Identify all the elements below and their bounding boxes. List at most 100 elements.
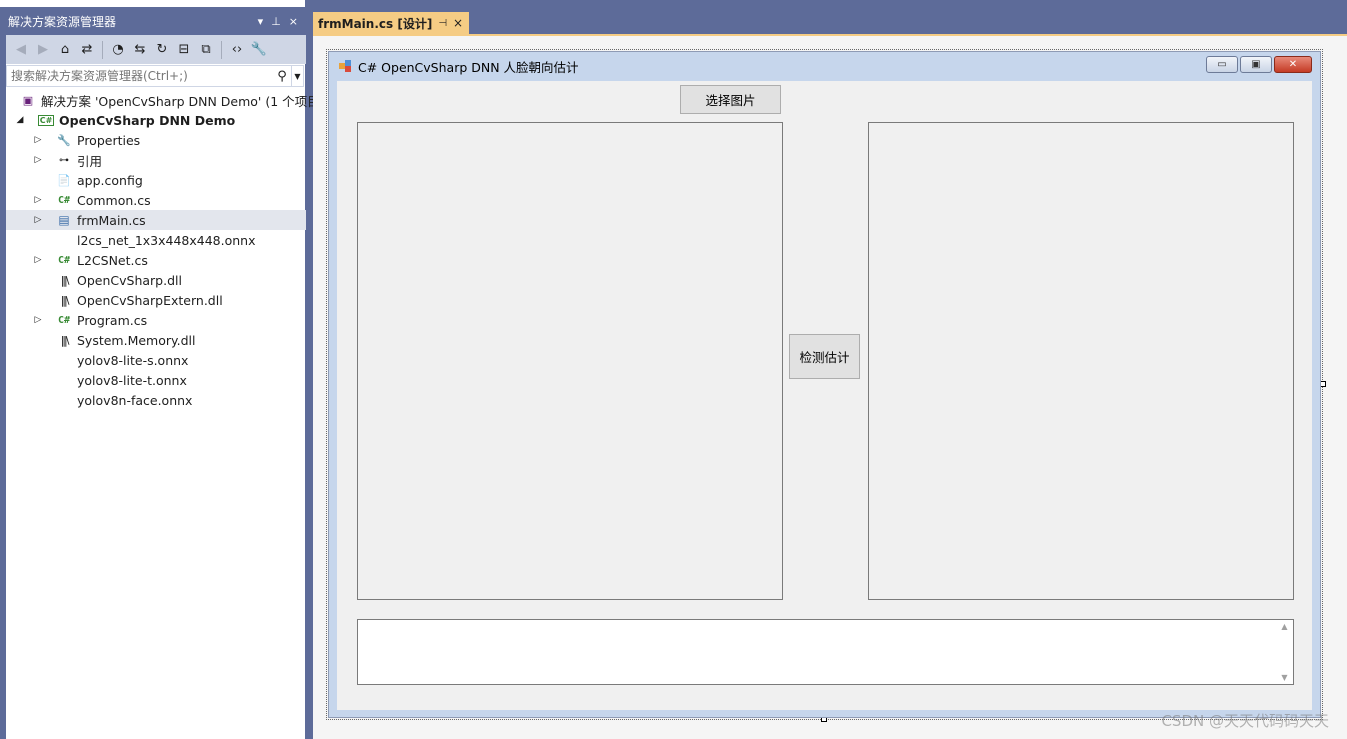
tree-item[interactable]: 📄 app.config: [6, 170, 306, 190]
expand-arrow-icon[interactable]: ▷: [32, 215, 44, 225]
tree-item-label: Common.cs: [77, 192, 151, 208]
library-icon: |||\: [60, 273, 70, 287]
csharp-file-icon: C#: [57, 254, 71, 266]
designer-canvas: C# OpenCvSharp DNN 人脸朝向估计 ▭ ▣ ✕ 选择图片 检测估…: [313, 36, 1347, 739]
collapse-all-icon[interactable]: ⊟: [175, 41, 193, 59]
search-input[interactable]: [7, 66, 273, 86]
tree-item[interactable]: ▷ C# Common.cs: [6, 190, 306, 210]
solution-explorer-title: 解决方案资源管理器: [8, 14, 117, 29]
tree-item[interactable]: yolov8-lite-s.onnx: [6, 350, 306, 370]
collapse-arrow-icon[interactable]: ◢: [14, 115, 26, 125]
tree-item-label: Program.cs: [77, 312, 148, 328]
tree-item-label: l2cs_net_1x3x448x448.onnx: [77, 232, 256, 248]
tree-item-label: OpenCvSharp DNN Demo: [59, 112, 236, 128]
show-all-files-icon[interactable]: ⧉: [197, 41, 215, 59]
form-client-area: 选择图片 检测估计 ▲ ▼: [337, 81, 1312, 710]
expand-arrow-icon[interactable]: ▷: [32, 315, 44, 325]
tree-item[interactable]: |||\ System.Memory.dll: [6, 330, 306, 350]
expand-arrow-icon[interactable]: ▷: [32, 155, 44, 165]
solution-explorer-toolbar: ◀ ▶ ⌂ ⇄ ◔ ⇆ ↻ ⊟ ⧉ ‹› 🔧: [6, 35, 306, 64]
solution-tree: ▣ 解决方案 'OpenCvSharp DNN Demo' (1 个项目 ◢ C# Op…: [6, 90, 320, 410]
tree-item-label: 引用: [77, 153, 103, 169]
tree-item[interactable]: yolov8-lite-t.onnx: [6, 370, 306, 390]
solution-explorer-titlebar: 解决方案资源管理器 ▾ ⊥ ×: [0, 7, 306, 35]
csharp-file-icon: C#: [57, 194, 71, 206]
search-icon[interactable]: ⚲: [273, 69, 291, 84]
tree-item[interactable]: |||\ OpenCvSharp.dll: [6, 270, 306, 290]
tree-item[interactable]: l2cs_net_1x3x448x448.onnx: [6, 230, 306, 250]
scroll-up-icon[interactable]: ▲: [1276, 622, 1293, 631]
forward-icon[interactable]: ▶: [34, 41, 52, 59]
solution-icon: ▣: [22, 93, 34, 107]
tree-item[interactable]: ▷ C# Program.cs: [6, 310, 306, 330]
tree-item[interactable]: ▷ ⊶ 引用: [6, 150, 306, 170]
expand-arrow-icon[interactable]: ▷: [32, 255, 44, 265]
tree-item-label: yolov8-lite-s.onnx: [77, 352, 189, 368]
tree-item[interactable]: |||\ OpenCvSharpExtern.dll: [6, 290, 306, 310]
form-titlebar: C# OpenCvSharp DNN 人脸朝向估计 ▭ ▣ ✕: [329, 52, 1320, 80]
tree-item-label: yolov8-lite-t.onnx: [77, 372, 187, 388]
tree-item-label: yolov8n-face.onnx: [77, 392, 193, 408]
solution-explorer-search: ⚲ ▼: [6, 65, 304, 87]
tree-item-label: L2CSNet.cs: [77, 252, 148, 268]
solution-explorer-panel: 解决方案资源管理器 ▾ ⊥ × ◀ ▶ ⌂ ⇄ ◔ ⇆ ↻ ⊟ ⧉ ‹› 🔧 ⚲…: [0, 0, 320, 739]
toolbar-divider: [221, 40, 222, 59]
output-textbox[interactable]: ▲ ▼: [357, 619, 1294, 685]
close-icon[interactable]: ×: [289, 15, 298, 28]
tree-item-label: System.Memory.dll: [77, 332, 196, 348]
tree-item[interactable]: ▷ C# L2CSNet.cs: [6, 250, 306, 270]
sync-with-document-icon[interactable]: ⇆: [131, 41, 149, 59]
library-icon: |||\: [60, 293, 70, 307]
watermark: CSDN @天天代码码天天: [1161, 712, 1329, 730]
window-buttons: ▭ ▣ ✕: [1206, 56, 1312, 73]
tree-item-label: OpenCvSharpExtern.dll: [77, 292, 223, 308]
csharp-project-icon: C#: [37, 114, 55, 126]
tree-item[interactable]: ▣ 解决方案 'OpenCvSharp DNN Demo' (1 个项目: [6, 90, 320, 110]
form-icon: ▤: [58, 213, 70, 227]
form-app-icon: [339, 59, 352, 73]
winform-window: C# OpenCvSharp DNN 人脸朝向估计 ▭ ▣ ✕ 选择图片 检测估…: [328, 51, 1321, 718]
result-picturebox[interactable]: [868, 122, 1294, 600]
expand-arrow-icon[interactable]: ▷: [32, 195, 44, 205]
tab-frmmain-designer[interactable]: frmMain.cs [设计] ⊣ ×: [313, 12, 469, 34]
detect-button[interactable]: 检测估计: [789, 334, 860, 379]
tree-item[interactable]: ▷ ▤ frmMain.cs: [6, 210, 306, 230]
pin-tab-icon[interactable]: ⊣: [438, 18, 447, 29]
close-window-icon[interactable]: ✕: [1274, 56, 1312, 73]
select-image-button[interactable]: 选择图片: [680, 85, 781, 114]
minimize-icon[interactable]: ▭: [1206, 56, 1238, 73]
config-icon: 📄: [57, 173, 71, 187]
search-options-dropdown-icon[interactable]: ▼: [291, 66, 303, 86]
wrench-icon: 🔧: [57, 133, 71, 147]
expand-arrow-icon[interactable]: ▷: [32, 135, 44, 145]
window-position-dropdown-icon[interactable]: ▾: [258, 15, 264, 28]
tree-item-label: app.config: [77, 172, 143, 188]
tree-item[interactable]: yolov8n-face.onnx: [6, 390, 306, 410]
pending-changes-filter-icon[interactable]: ◔: [109, 41, 127, 59]
switch-views-icon[interactable]: ⇄: [78, 41, 96, 59]
tree-item-label: frmMain.cs: [77, 212, 146, 228]
home-icon[interactable]: ⌂: [56, 41, 74, 59]
back-icon[interactable]: ◀: [12, 41, 30, 59]
tab-title: frmMain.cs [设计]: [318, 16, 433, 31]
tree-item-label: 解决方案 'OpenCvSharp DNN Demo' (1 个项目: [41, 93, 320, 109]
textbox-scrollbar[interactable]: ▲ ▼: [1276, 620, 1293, 684]
maximize-icon[interactable]: ▣: [1240, 56, 1272, 73]
scroll-down-icon[interactable]: ▼: [1276, 673, 1293, 682]
pin-icon[interactable]: ⊥: [271, 15, 281, 28]
document-area: frmMain.cs [设计] ⊣ × C# OpenCvSharp DNN 人…: [313, 7, 1347, 739]
tree-item[interactable]: ▷ 🔧 Properties: [6, 130, 306, 150]
tree-item-label: OpenCvSharp.dll: [77, 272, 182, 288]
references-icon: ⊶: [59, 154, 69, 166]
library-icon: |||\: [60, 333, 70, 347]
view-code-icon[interactable]: ‹›: [228, 41, 246, 59]
tree-item-label: Properties: [77, 132, 141, 148]
csharp-file-icon: C#: [57, 314, 71, 326]
close-tab-icon[interactable]: ×: [453, 16, 463, 30]
properties-wrench-icon[interactable]: 🔧: [250, 41, 268, 59]
source-picturebox[interactable]: [357, 122, 783, 600]
tree-item[interactable]: ◢ C# OpenCvSharp DNN Demo: [6, 110, 306, 130]
form-title: C# OpenCvSharp DNN 人脸朝向估计: [358, 59, 579, 75]
toolbar-divider: [102, 40, 103, 59]
refresh-icon[interactable]: ↻: [153, 41, 171, 59]
